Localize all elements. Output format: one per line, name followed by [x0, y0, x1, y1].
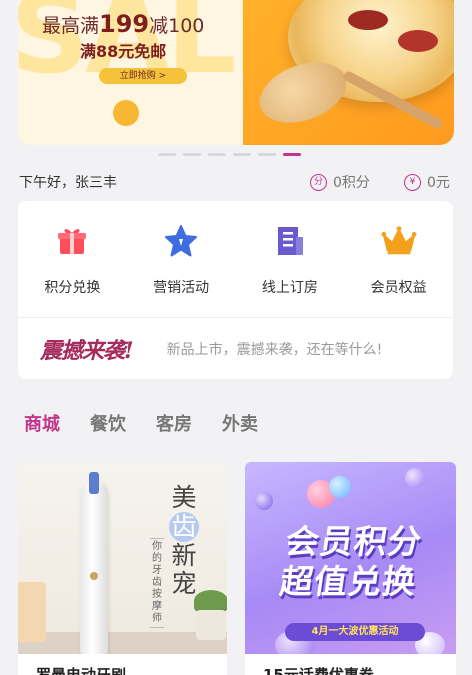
feature-menu-card: 积分兑换 营销活动 线上订房 会员权益 震撼来袭! 新品上市，震撼来袭，还在等什…: [18, 201, 453, 379]
carousel-dot[interactable]: [208, 153, 226, 156]
star-icon: [163, 223, 199, 259]
feature-menu: 积分兑换 营销活动 线上订房 会员权益: [18, 201, 453, 317]
category-tabs: 商城 餐饮 客房 外卖: [24, 410, 258, 436]
menu-item-marketing[interactable]: 营销活动: [127, 201, 236, 317]
headline-char: 齿: [169, 512, 199, 542]
banner-cta-button[interactable]: 立即抢购 >: [99, 68, 187, 84]
menu-item-label: 营销活动: [153, 280, 210, 296]
pot-image: [196, 610, 226, 640]
news-brand-logo: 震撼来袭!: [40, 337, 134, 364]
menu-item-points-exchange[interactable]: 积分兑换: [18, 201, 127, 317]
greeting-text: 下午好，张三丰: [19, 175, 117, 191]
gift-icon: [54, 223, 90, 259]
tab-rooms[interactable]: 客房: [156, 410, 192, 436]
tab-mall[interactable]: 商城: [24, 410, 60, 436]
balance-stat[interactable]: ¥ 0元: [404, 172, 450, 192]
toothbrush-body: [80, 480, 108, 654]
balloon-image: [329, 476, 351, 498]
banner-promo-line1: 最高满199减100: [42, 10, 204, 38]
menu-item-label: 积分兑换: [44, 280, 101, 296]
product-title: 罗曼电动牙刷: [36, 666, 127, 675]
product-image-headline: 美 齿 新 宠: [166, 484, 202, 598]
headline-char: 宠: [171, 569, 197, 598]
toothbrush-head: [89, 472, 99, 494]
carousel-dot[interactable]: [258, 153, 276, 156]
menu-item-member-benefits[interactable]: 会员权益: [344, 201, 453, 317]
points-exchange-promo-image: 会员积分 超值兑换 4月一大波优惠活动: [245, 462, 456, 654]
balloon-image: [405, 468, 425, 488]
crown-icon: [381, 223, 417, 259]
promo-headline-line2: 超值兑换: [277, 562, 419, 601]
product-card[interactable]: 会员积分 超值兑换 4月一大波优惠活动 15元话费优惠券: [245, 462, 456, 675]
balance-value: 0元: [427, 175, 450, 191]
tab-dining[interactable]: 餐饮: [90, 410, 126, 436]
jujube-image: [348, 10, 388, 30]
yuan-icon: ¥: [404, 173, 421, 191]
points-stat[interactable]: 分 0积分: [310, 172, 370, 192]
promo-headline-line1: 会员积分: [283, 522, 425, 561]
carousel-indicator: [158, 153, 301, 156]
jujube-image: [398, 30, 438, 52]
product-image-subtext: 你的牙齿按摩师: [150, 538, 164, 628]
cup-image: [18, 582, 46, 642]
banner-deco-circle: [113, 100, 139, 126]
banner-promo-prefix: 最高满: [42, 15, 100, 37]
promo-banner[interactable]: SALE 最高满199减100 满88元免邮 立即抢购 >: [18, 0, 454, 145]
banner-promo-amount: 199: [99, 10, 150, 38]
banner-promo-line2: 满88元免邮: [80, 42, 167, 61]
toothbrush-image: 美 齿 新 宠 你的牙齿按摩师: [18, 462, 227, 654]
toothbrush-button: [90, 572, 98, 580]
balloon-image: [255, 492, 273, 510]
product-card[interactable]: 美 齿 新 宠 你的牙齿按摩师 罗曼电动牙刷: [18, 462, 227, 675]
headline-char: 美: [171, 483, 197, 512]
promo-subtext: 4月一大波优惠活动: [285, 623, 425, 641]
promo-headline: 会员积分 超值兑换: [245, 522, 456, 602]
app-page: SALE 最高满199减100 满88元免邮 立即抢购 > 下午好，张三丰 分 …: [0, 0, 472, 675]
product-title: 15元话费优惠券: [263, 666, 374, 675]
tab-takeout[interactable]: 外卖: [222, 410, 258, 436]
menu-item-label: 线上订房: [261, 280, 318, 296]
banner-promo-suffix: 减100: [149, 15, 205, 37]
news-message: 新品上市，震撼来袭，还在等什么!: [166, 341, 383, 358]
carousel-dot[interactable]: [158, 153, 176, 156]
carousel-dot-active[interactable]: [283, 153, 301, 156]
menu-item-booking[interactable]: 线上订房: [236, 201, 345, 317]
points-icon: 分: [310, 173, 327, 191]
headline-char: 新: [171, 541, 197, 570]
menu-item-label: 会员权益: [370, 280, 427, 296]
news-ticker[interactable]: 震撼来袭! 新品上市，震撼来袭，还在等什么!: [18, 318, 453, 379]
building-icon: [272, 223, 308, 259]
points-value: 0积分: [333, 175, 370, 191]
carousel-dot[interactable]: [233, 153, 251, 156]
carousel-dot[interactable]: [183, 153, 201, 156]
